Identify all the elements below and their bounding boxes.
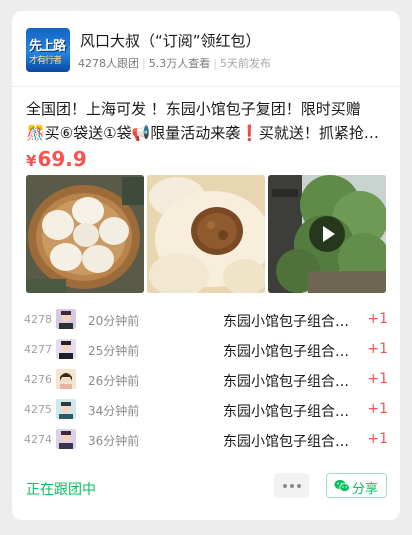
more-dot — [290, 484, 294, 488]
order-time: 26分钟前 — [88, 374, 140, 388]
view-count: 5.3万人查看 — [148, 57, 211, 70]
avatar[interactable] — [56, 369, 76, 389]
more-button[interactable] — [274, 473, 309, 498]
play-icon[interactable] — [309, 216, 345, 252]
order-number: 4274 — [24, 433, 52, 446]
currency-symbol: ¥ — [26, 152, 37, 170]
product-image-bun-filling[interactable] — [147, 175, 265, 293]
wechat-icon — [334, 479, 350, 493]
avatar[interactable] — [56, 339, 76, 359]
more-dots-icon — [283, 484, 287, 488]
order-goods: 东园小馆包子组合… — [223, 434, 349, 450]
share-button[interactable]: 分享 — [326, 473, 387, 498]
avatar-text: 先上路 — [29, 39, 66, 54]
order-time: 25分钟前 — [88, 344, 140, 358]
order-number: 4275 — [24, 403, 52, 416]
order-goods: 东园小馆包子组合… — [223, 374, 349, 390]
order-number: 4276 — [24, 373, 52, 386]
product-video-thumbnail[interactable] — [268, 175, 386, 293]
description-line-2: 🎊买⑥袋送①袋📢限量活动来袭❗买就送！抓紧抢… — [26, 124, 379, 142]
order-goods: 东园小馆包子组合… — [223, 344, 349, 360]
more-dot — [297, 484, 301, 488]
order-time: 34分钟前 — [88, 404, 140, 418]
order-row: 4275 34分钟前 东园小馆包子组合… +1 — [24, 396, 388, 426]
avatar-subtext: 才有行者 — [29, 56, 62, 66]
description-line-1: 全国团！上海可发 ！东园小馆包子复团！限时买赠 — [26, 100, 361, 118]
order-goods: 东园小馆包子组合… — [223, 314, 349, 330]
order-quantity: +1 — [367, 371, 388, 387]
avatar[interactable] — [56, 309, 76, 329]
order-row: 4274 36分钟前 东园小馆包子组合… +1 — [24, 426, 388, 456]
group-meta: 4278人跟团 | 5.3万人查看 | 5天前发布 — [78, 57, 271, 70]
following-status: 正在跟团中 — [26, 482, 96, 498]
order-quantity: +1 — [367, 401, 388, 417]
group-avatar[interactable]: 先上路 才有行者 — [26, 28, 70, 72]
group-title[interactable]: 风口大叔（“订阅”领红包） — [80, 30, 261, 51]
post-time: 5天前发布 — [219, 57, 271, 70]
order-number: 4277 — [24, 343, 52, 356]
order-quantity: +1 — [367, 311, 388, 327]
order-goods: 东园小馆包子组合… — [223, 404, 349, 420]
order-row: 4277 25分钟前 东园小馆包子组合… +1 — [24, 336, 388, 366]
follower-count: 4278人跟团 — [78, 57, 139, 70]
product-image-buns-basket[interactable] — [26, 175, 144, 293]
order-quantity: +1 — [367, 341, 388, 357]
price-value: 69.9 — [37, 147, 87, 171]
price: ¥69.9 — [26, 147, 87, 171]
order-time: 36分钟前 — [88, 434, 140, 448]
avatar[interactable] — [56, 429, 76, 449]
group-buy-card[interactable]: 先上路 才有行者 风口大叔（“订阅”领红包） 4278人跟团 | 5.3万人查看 | 5… — [12, 11, 400, 520]
avatar[interactable] — [56, 399, 76, 419]
order-row: 4276 26分钟前 东园小馆包子组合… +1 — [24, 366, 388, 396]
order-time: 20分钟前 — [88, 314, 140, 328]
header-divider — [12, 86, 400, 87]
order-row: 4278 20分钟前 东园小馆包子组合… +1 — [24, 306, 388, 336]
post-description[interactable]: 全国团！上海可发 ！东园小馆包子复团！限时买赠 🎊买⑥袋送①袋📢限量活动来袭❗买… — [26, 97, 388, 145]
order-quantity: +1 — [367, 431, 388, 447]
order-number: 4278 — [24, 313, 52, 326]
share-label: 分享 — [352, 482, 379, 497]
